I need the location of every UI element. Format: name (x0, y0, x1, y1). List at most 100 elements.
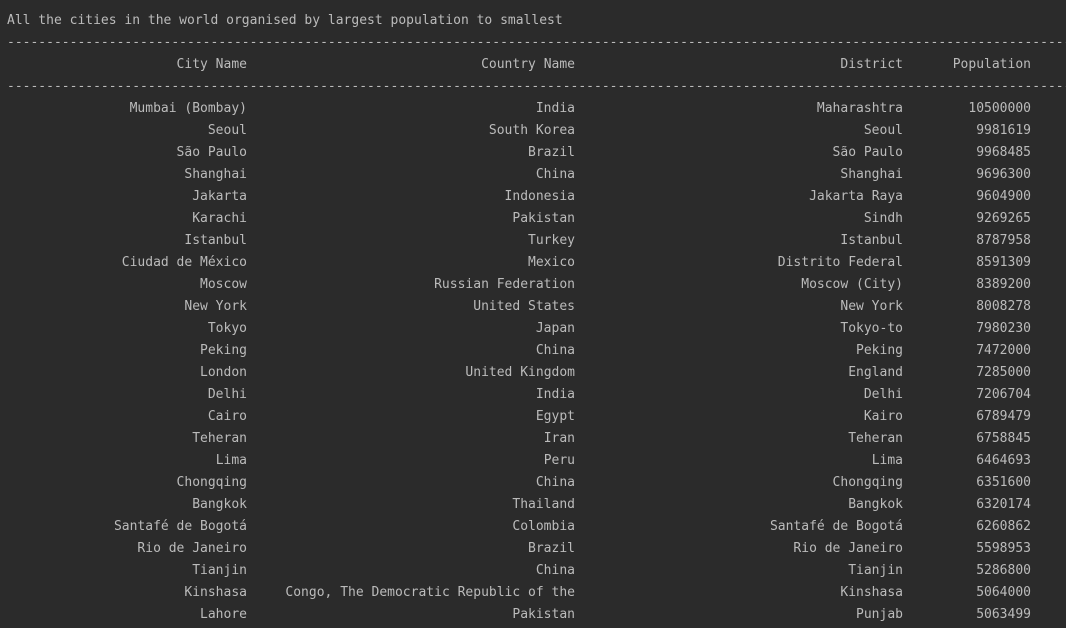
country-cell: United Kingdom (465, 365, 575, 380)
table-row: Tianjin China Tianjin 5286800 (0, 560, 1066, 582)
city-cell: São Paulo (176, 145, 247, 160)
table-row: Cairo Egypt Kairo 6789479 (0, 406, 1066, 428)
table-row: Tokyo Japan Tokyo-to 7980230 (0, 318, 1066, 340)
district-cell: Istanbul (840, 233, 903, 248)
city-cell: Tokyo (207, 321, 247, 336)
district-cell: New York (840, 299, 903, 314)
table-row: Istanbul Turkey Istanbul 8787958 (0, 230, 1066, 252)
population-cell: 6351600 (976, 475, 1031, 490)
country-cell: China (535, 167, 575, 182)
country-cell: Pakistan (512, 607, 575, 622)
population-cell: 7980230 (976, 321, 1031, 336)
district-cell: Shanghai (840, 167, 903, 182)
city-cell: Bangkok (192, 497, 247, 512)
city-cell: Istanbul (184, 233, 247, 248)
country-cell: United States (473, 299, 575, 314)
population-cell: 6320174 (976, 497, 1031, 512)
population-cell: 7285000 (976, 365, 1031, 380)
table-header-row: City Name Country Name District Populati… (0, 54, 1066, 76)
header-population: Population (952, 57, 1031, 72)
country-cell: Indonesia (504, 189, 575, 204)
district-cell: Moscow (City) (801, 277, 903, 292)
city-cell: Lahore (200, 607, 247, 622)
table-row: Chongqing China Chongqing 6351600 (0, 472, 1066, 494)
district-cell: Tianjin (848, 563, 903, 578)
table-row: Lima Peru Lima 6464693 (0, 450, 1066, 472)
table-row: Shanghai China Shanghai 9696300 (0, 164, 1066, 186)
table-row: Seoul South Korea Seoul 9981619 (0, 120, 1066, 142)
city-cell: Chongqing (176, 475, 247, 490)
population-cell: 7472000 (976, 343, 1031, 358)
table-row: London United Kingdom England 7285000 (0, 362, 1066, 384)
population-cell: 8591309 (976, 255, 1031, 270)
country-cell: Brazil (528, 541, 575, 556)
district-cell: Lima (871, 453, 903, 468)
population-cell: 6464693 (976, 453, 1031, 468)
country-cell: Japan (535, 321, 575, 336)
table-row: Karachi Pakistan Sindh 9269265 (0, 208, 1066, 230)
city-cell: Mumbai (Bombay) (129, 101, 247, 116)
population-cell: 5598953 (976, 541, 1031, 556)
report-title: All the cities in the world organised by… (7, 13, 563, 28)
country-cell: China (535, 563, 575, 578)
district-cell: England (848, 365, 903, 380)
district-cell: Rio de Janeiro (793, 541, 903, 556)
population-cell: 9269265 (976, 211, 1031, 226)
district-cell: São Paulo (832, 145, 903, 160)
city-cell: Moscow (200, 277, 247, 292)
table-row: Mumbai (Bombay) India Maharashtra 10500000 (0, 98, 1066, 120)
city-cell: Santafé de Bogotá (113, 519, 247, 534)
country-cell: China (535, 475, 575, 490)
country-cell: India (535, 387, 575, 402)
population-cell: 8389200 (976, 277, 1031, 292)
country-cell: Iran (543, 431, 575, 446)
country-cell: Mexico (528, 255, 575, 270)
country-cell: China (535, 343, 575, 358)
district-cell: Kairo (863, 409, 903, 424)
country-cell: Russian Federation (434, 277, 575, 292)
city-cell: New York (184, 299, 247, 314)
population-cell: 9604900 (976, 189, 1031, 204)
city-cell: Rio de Janeiro (137, 541, 247, 556)
city-cell: Karachi (192, 211, 247, 226)
console-output: All the cities in the world organised by… (0, 0, 1066, 628)
population-cell: 6260862 (976, 519, 1031, 534)
country-cell: Turkey (528, 233, 575, 248)
district-cell: Tokyo-to (840, 321, 903, 336)
country-cell: Pakistan (512, 211, 575, 226)
header-district: District (840, 57, 903, 72)
city-cell: Cairo (207, 409, 247, 424)
separator-line: ----------------------------------------… (7, 35, 1066, 50)
header-country-name: Country Name (481, 57, 575, 72)
population-cell: 9968485 (976, 145, 1031, 160)
country-cell: Thailand (512, 497, 575, 512)
district-cell: Bangkok (848, 497, 903, 512)
district-cell: Delhi (863, 387, 903, 402)
table-row: Teheran Iran Teheran 6758845 (0, 428, 1066, 450)
city-cell: Ciudad de México (121, 255, 247, 270)
table-row: Peking China Peking 7472000 (0, 340, 1066, 362)
city-cell: Seoul (207, 123, 247, 138)
population-cell: 9696300 (976, 167, 1031, 182)
table-row: New York United States New York 8008278 (0, 296, 1066, 318)
population-cell: 5064000 (976, 585, 1031, 600)
city-cell: Peking (200, 343, 247, 358)
district-cell: Seoul (863, 123, 903, 138)
population-cell: 5063499 (976, 607, 1031, 622)
district-cell: Chongqing (832, 475, 903, 490)
country-cell: Brazil (528, 145, 575, 160)
table-row: Bangkok Thailand Bangkok 6320174 (0, 494, 1066, 516)
city-cell: Lima (215, 453, 247, 468)
city-cell: Shanghai (184, 167, 247, 182)
district-cell: Kinshasa (840, 585, 903, 600)
population-cell: 8008278 (976, 299, 1031, 314)
district-cell: Maharashtra (816, 101, 903, 116)
district-cell: Sindh (863, 211, 903, 226)
district-cell: Teheran (848, 431, 903, 446)
header-city-name: City Name (176, 57, 247, 72)
population-cell: 5286800 (976, 563, 1031, 578)
table-row: São Paulo Brazil São Paulo 9968485 (0, 142, 1066, 164)
population-cell: 7206704 (976, 387, 1031, 402)
country-cell: Congo, The Democratic Republic of the (285, 585, 575, 600)
table-row: Lahore Pakistan Punjab 5063499 (0, 604, 1066, 626)
